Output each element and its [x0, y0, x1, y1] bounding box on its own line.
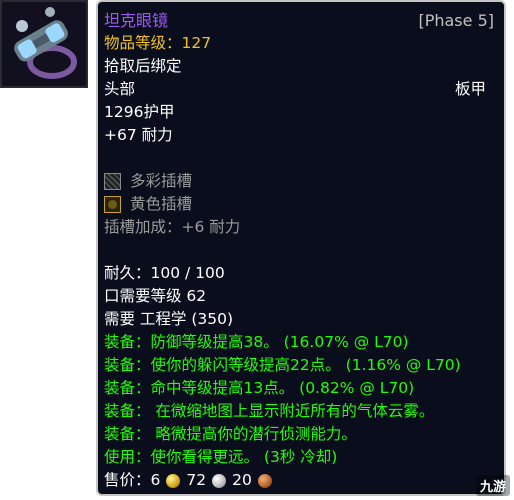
effect-line: 装备： 略微提高你的潜行侦测能力。	[104, 425, 357, 443]
site-watermark: 九游	[475, 475, 510, 496]
item-name: 坦克眼镜	[104, 11, 169, 30]
yellow-socket-icon	[104, 196, 121, 213]
sell-copper: 20	[232, 471, 252, 489]
item-tooltip: 坦克眼镜 [Phase 5] 物品等级：127 拾取后绑定 头部 板甲 1296…	[96, 0, 506, 496]
copper-coin-icon	[257, 473, 272, 488]
level-requirement: 口需要等级 62	[104, 287, 207, 305]
slot-row: 头部 板甲	[104, 78, 496, 101]
effect-line: 装备： 在微缩地图上显示附近所有的气体云雾。	[104, 402, 435, 420]
silver-coin-icon	[212, 473, 227, 488]
binding: 拾取后绑定	[104, 57, 182, 75]
effect-line: 装备：命中等级提高13点。 (0.82% @ L70)	[104, 379, 415, 397]
goggles-icon	[0, 0, 88, 88]
sell-silver: 72	[186, 471, 207, 489]
socket-yellow: 黄色插槽	[104, 193, 496, 216]
socket-label: 多彩插槽	[130, 172, 193, 190]
item-level: 物品等级：127	[104, 34, 212, 52]
socket-bonus: 插槽加成：+6 耐力	[104, 218, 241, 236]
socket-prismatic: 多彩插槽	[104, 170, 496, 193]
profession-requirement: 需要 工程学 (350)	[104, 310, 234, 328]
prismatic-socket-icon	[104, 173, 121, 190]
durability: 耐久：100 / 100	[104, 264, 225, 282]
armor: 1296护甲	[104, 103, 175, 121]
armor-type: 板甲	[454, 80, 486, 98]
gold-coin-icon	[166, 473, 181, 488]
stat-stamina: +67 耐力	[104, 126, 173, 144]
effect-line: 装备：使你的躲闪等级提高22点。 (1.16% @ L70)	[104, 356, 461, 374]
slot: 头部	[104, 80, 136, 98]
phase-label: [Phase 5]	[418, 11, 494, 30]
sell-gold: 6	[150, 471, 161, 489]
sell-label: 售价：	[104, 471, 151, 489]
use-effect: 使用：使你看得更远。 (3秒 冷却)	[104, 448, 338, 466]
item-header: 坦克眼镜 [Phase 5]	[104, 9, 496, 32]
sell-price: 售价： 6 72 20	[104, 469, 496, 492]
effect-line: 装备：防御等级提高38。 (16.07% @ L70)	[104, 333, 409, 351]
socket-label: 黄色插槽	[130, 195, 193, 213]
